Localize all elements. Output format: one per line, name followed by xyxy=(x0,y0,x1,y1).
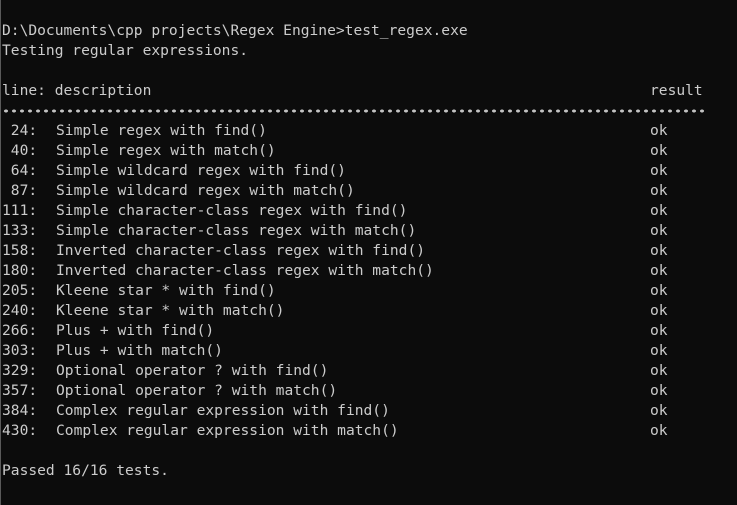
test-description: Kleene star * with match() xyxy=(56,302,285,319)
test-result: ok xyxy=(650,222,668,239)
console-window[interactable]: D:\Documents\cpp projects\Regex Engine>t… xyxy=(0,0,737,505)
header-result: result xyxy=(650,82,703,99)
test-result-row: 180: Inverted character-class regex with … xyxy=(1,261,737,281)
test-result: ok xyxy=(650,302,668,319)
test-result: ok xyxy=(650,382,668,399)
test-description: Kleene star * with find() xyxy=(56,282,276,299)
test-line-number: 384: xyxy=(2,402,38,419)
test-description: Optional operator ? with find() xyxy=(56,362,329,379)
separator-line xyxy=(2,108,704,114)
test-description: Simple wildcard regex with match() xyxy=(56,182,355,199)
test-description: Simple regex with match() xyxy=(56,142,276,159)
test-description: Simple regex with find() xyxy=(56,122,267,139)
test-line-number: 64: xyxy=(2,162,38,179)
test-result-row: 40: Simple regex with match() ok xyxy=(1,141,737,161)
test-result-row: 111: Simple character-class regex with fi… xyxy=(1,201,737,221)
test-description: Plus + with find() xyxy=(56,322,215,339)
test-description: Inverted character-class regex with find… xyxy=(56,242,426,259)
test-line-number: 205: xyxy=(2,282,38,299)
command-prompt-line: D:\Documents\cpp projects\Regex Engine>t… xyxy=(2,22,468,39)
test-line-number: 40: xyxy=(2,142,38,159)
test-result: ok xyxy=(650,182,668,199)
test-line-number: 240: xyxy=(2,302,38,319)
test-line-number: 87: xyxy=(2,182,38,199)
test-description: Simple character-class regex with find() xyxy=(56,202,408,219)
test-result-row: 24: Simple regex with find() ok xyxy=(1,121,737,141)
test-line-number: 329: xyxy=(2,362,38,379)
test-description: Complex regular expression with find() xyxy=(56,402,390,419)
test-result-row: 329: Optional operator ? with find() ok xyxy=(1,361,737,381)
test-line-number: 357: xyxy=(2,382,38,399)
test-result: ok xyxy=(650,402,668,419)
test-result-row: 430: Complex regular expression with matc… xyxy=(1,421,737,441)
test-result-row: 357: Optional operator ? with match() ok xyxy=(1,381,737,401)
test-result: ok xyxy=(650,202,668,219)
test-line-number: 180: xyxy=(2,262,38,279)
test-line-number: 430: xyxy=(2,422,38,439)
test-line-number: 303: xyxy=(2,342,38,359)
test-result-row: 205: Kleene star * with find() ok xyxy=(1,281,737,301)
test-result: ok xyxy=(650,322,668,339)
test-result: ok xyxy=(650,162,668,179)
intro-text: Testing regular expressions. xyxy=(2,42,249,59)
test-description: Simple wildcard regex with find() xyxy=(56,162,346,179)
test-description: Optional operator ? with match() xyxy=(56,382,338,399)
test-result: ok xyxy=(650,342,668,359)
test-result: ok xyxy=(650,362,668,379)
test-result: ok xyxy=(650,422,668,439)
test-line-number: 133: xyxy=(2,222,38,239)
test-description: Simple character-class regex with match(… xyxy=(56,222,417,239)
test-result: ok xyxy=(650,242,668,259)
test-result-row: 240: Kleene star * with match() ok xyxy=(1,301,737,321)
test-line-number: 111: xyxy=(2,202,38,219)
test-result: ok xyxy=(650,262,668,279)
test-line-number: 158: xyxy=(2,242,38,259)
test-description: Plus + with match() xyxy=(56,342,223,359)
test-result-row: 266: Plus + with find() ok xyxy=(1,321,737,341)
test-result-row: 158: Inverted character-class regex with … xyxy=(1,241,737,261)
summary-text: Passed 16/16 tests. xyxy=(2,462,169,479)
test-result: ok xyxy=(650,282,668,299)
test-description: Complex regular expression with match() xyxy=(56,422,399,439)
test-result-row: 303: Plus + with match() ok xyxy=(1,341,737,361)
header-description: line: description xyxy=(2,82,152,99)
test-line-number: 24: xyxy=(2,122,38,139)
test-result-row: 133: Simple character-class regex with ma… xyxy=(1,221,737,241)
test-result-row: 384: Complex regular expression with find… xyxy=(1,401,737,421)
test-result-row: 64: Simple wildcard regex with find() ok xyxy=(1,161,737,181)
test-line-number: 266: xyxy=(2,322,38,339)
test-result: ok xyxy=(650,122,668,139)
test-description: Inverted character-class regex with matc… xyxy=(56,262,434,279)
test-result: ok xyxy=(650,142,668,159)
test-result-row: 87: Simple wildcard regex with match() ok xyxy=(1,181,737,201)
